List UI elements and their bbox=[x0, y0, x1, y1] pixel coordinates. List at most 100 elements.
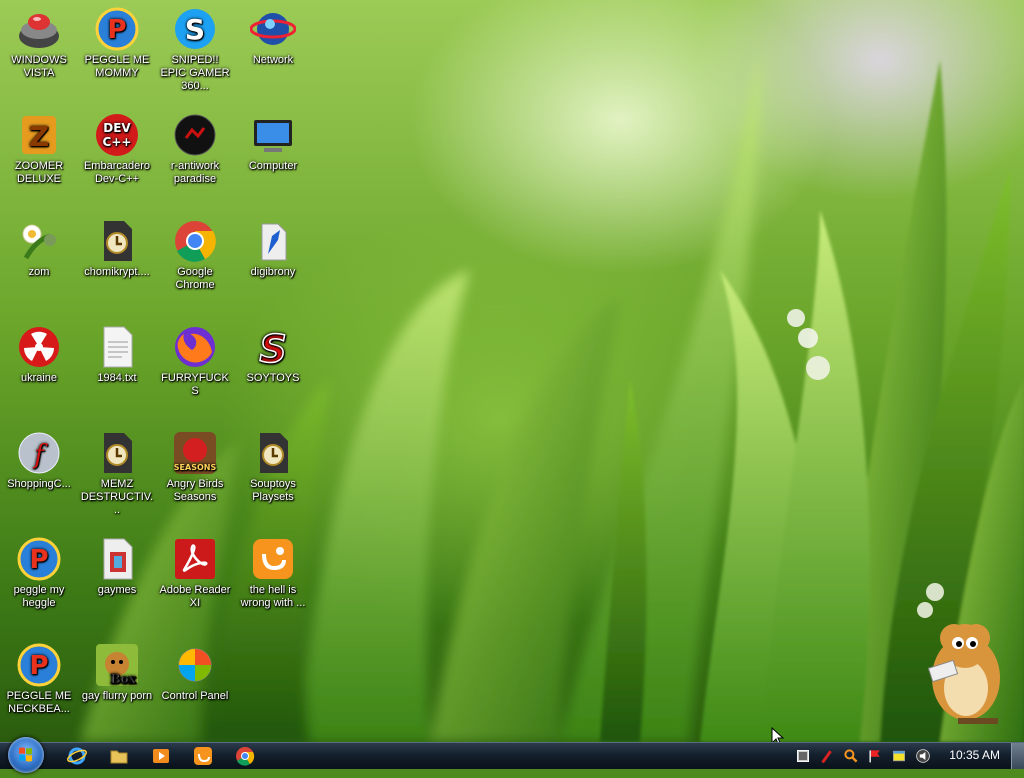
desktop-icon-label: 1984.txt bbox=[97, 372, 137, 384]
desktop-icon-label: Computer bbox=[248, 160, 298, 172]
uc-browser-icon[interactable] bbox=[193, 746, 213, 766]
firefox-icon bbox=[172, 324, 218, 370]
angry-birds-icon: SEASONS bbox=[172, 430, 218, 476]
desktop-icon-label: WINDOWS VISTA bbox=[11, 54, 67, 79]
svg-text:DEV: DEV bbox=[103, 121, 131, 135]
desktop-icon[interactable]: digibrony bbox=[234, 212, 312, 279]
desktop-icon[interactable]: Control Panel bbox=[156, 636, 234, 703]
radiation-icon bbox=[16, 324, 62, 370]
desktop-icon[interactable]: Z ZOOMER DELUXE bbox=[0, 106, 78, 186]
desktop-icon[interactable]: WINDOWS VISTA bbox=[0, 0, 78, 80]
desktop-icon-label: Control Panel bbox=[161, 690, 229, 702]
desktop-icon[interactable]: P PEGGLE ME NECKBEA... bbox=[0, 636, 78, 716]
svg-text:SEASONS: SEASONS bbox=[174, 463, 217, 472]
media-player-icon[interactable] bbox=[151, 746, 171, 766]
desktop-icon[interactable]: Google Chrome bbox=[156, 212, 234, 292]
show-desktop-button[interactable] bbox=[1011, 743, 1024, 769]
tray-clock[interactable]: 10:35 AM bbox=[949, 748, 1000, 762]
peggle-icon: P bbox=[16, 642, 62, 688]
desktop-icon[interactable]: DEV C++ Embarcadero Dev-C++ bbox=[78, 106, 156, 186]
search-tray-icon[interactable] bbox=[843, 748, 859, 764]
desktop-icon[interactable]: Souptoys Playsets bbox=[234, 424, 312, 504]
internet-explorer-icon[interactable] bbox=[67, 746, 87, 766]
desktop-icon-label: gaymes bbox=[97, 584, 137, 596]
desktop-icon-label: the hell is wrong with ... bbox=[240, 584, 306, 609]
desktop-icon-label: ZOOMER DELUXE bbox=[14, 160, 64, 185]
desktop-icon[interactable]: Ppeggle my heggle bbox=[0, 530, 78, 610]
desktop-icon-label: digibrony bbox=[250, 266, 296, 278]
hamster-mascot-icon bbox=[927, 624, 1000, 724]
desktop-icon[interactable]: zom bbox=[0, 212, 78, 279]
svg-text:P: P bbox=[29, 545, 48, 575]
svg-text:S: S bbox=[185, 13, 205, 46]
desktop-icon-label: Angry Birds Seasons bbox=[166, 478, 224, 503]
desktop-icon-label: Souptoys Playsets bbox=[250, 478, 296, 503]
skype-icon: S bbox=[172, 6, 218, 52]
desktop-icon-label: Embarcadero Dev-C++ bbox=[83, 160, 151, 185]
desktop-icon-label: FURRYFUCKS bbox=[161, 372, 229, 397]
svg-text:Box: Box bbox=[110, 672, 136, 686]
desktop-icon[interactable]: r-antiwork paradise bbox=[156, 106, 234, 186]
peggle-icon: P bbox=[16, 536, 62, 582]
desktop-icon[interactable]: f ShoppingC... bbox=[0, 424, 78, 491]
folder-icon[interactable] bbox=[109, 746, 129, 766]
desktop-icon-label: Google Chrome bbox=[175, 266, 215, 291]
flag-tray-icon[interactable] bbox=[867, 748, 883, 764]
svg-text:C++: C++ bbox=[103, 135, 132, 149]
desktop-icon[interactable]: gaymes bbox=[78, 530, 156, 597]
desktop-icon[interactable]: FURRYFUCKS bbox=[156, 318, 234, 398]
text-file-icon bbox=[94, 324, 140, 370]
zombie-plant-icon bbox=[16, 218, 62, 264]
desktop-icon[interactable]: 1984.txt bbox=[78, 318, 156, 385]
desktop-icon[interactable]: P PEGGLE ME MOMMY bbox=[78, 0, 156, 80]
media-file-icon bbox=[94, 536, 140, 582]
antiwork-icon bbox=[172, 112, 218, 158]
desktop-icon-label: Network bbox=[252, 54, 294, 66]
desktop-icon-label: zom bbox=[28, 266, 50, 278]
chrome-icon[interactable] bbox=[235, 746, 255, 766]
desktop-icon[interactable]: MEMZ DESTRUCTIV... bbox=[78, 424, 156, 517]
devcpp-icon: DEV C++ bbox=[94, 112, 140, 158]
clock-file-icon bbox=[94, 218, 140, 264]
soytoys-icon: S bbox=[250, 324, 296, 372]
clock-file-icon bbox=[94, 430, 140, 476]
desktop-icon-label: MEMZ DESTRUCTIV... bbox=[80, 478, 154, 516]
desktop-icon-label: r-antiwork paradise bbox=[170, 160, 220, 185]
desktop-icon[interactable]: Network bbox=[234, 0, 312, 67]
svg-text:S: S bbox=[259, 327, 286, 370]
desktop-icon[interactable]: S SNIPED!! EPIC GAMER 360... bbox=[156, 0, 234, 93]
desktop-icon-label: SNIPED!! EPIC GAMER 360... bbox=[160, 54, 230, 92]
desktop-icon[interactable]: Computer bbox=[234, 106, 312, 173]
desktop-icon-label: PEGGLE ME MOMMY bbox=[84, 54, 150, 79]
desktop-icon-label: peggle my heggle bbox=[13, 584, 65, 609]
desktop-icon[interactable]: SEASONS Angry Birds Seasons bbox=[156, 424, 234, 504]
desktop-icon-label: ShoppingC... bbox=[7, 478, 71, 490]
desktop-icon-label: SOYTOYS bbox=[246, 372, 300, 384]
desktop-icon[interactable]: the hell is wrong with ... bbox=[234, 530, 312, 610]
svg-text:P: P bbox=[107, 15, 126, 45]
hamster-box-icon: Box bbox=[94, 642, 140, 688]
desktop-icon[interactable]: chomikrypt.... bbox=[78, 212, 156, 279]
desktop-icon-label: ukraine bbox=[20, 372, 58, 384]
pen-tray-icon[interactable] bbox=[819, 748, 835, 764]
notes-tray-icon[interactable] bbox=[891, 748, 907, 764]
taskbar: 10:35 AM bbox=[0, 737, 1024, 773]
zoomer-deluxe-icon: Z bbox=[16, 112, 62, 158]
network-tray-icon[interactable] bbox=[795, 748, 811, 764]
desktop-icon[interactable]: S SOYTOYS bbox=[234, 318, 312, 385]
adobe-reader-icon bbox=[172, 536, 218, 582]
computer-icon bbox=[250, 112, 296, 158]
desktop-icon[interactable]: ukraine bbox=[0, 318, 78, 385]
desktop-icon[interactable]: Box gay flurry porn bbox=[78, 636, 156, 703]
vista-bowl-icon bbox=[16, 6, 62, 52]
svg-text:Z: Z bbox=[29, 120, 49, 153]
desktop-icon-label: PEGGLE ME NECKBEA... bbox=[6, 690, 72, 715]
desktop-icon-label: chomikrypt.... bbox=[84, 266, 150, 278]
uc-browser-icon bbox=[250, 536, 296, 582]
flash-icon: f bbox=[16, 430, 62, 476]
peggle-icon: P bbox=[94, 6, 140, 52]
speaker-tray-icon[interactable] bbox=[915, 748, 931, 764]
desktop-icon[interactable]: Adobe Reader XI bbox=[156, 530, 234, 610]
chrome-icon bbox=[172, 218, 218, 264]
network-globe-icon bbox=[249, 6, 297, 52]
